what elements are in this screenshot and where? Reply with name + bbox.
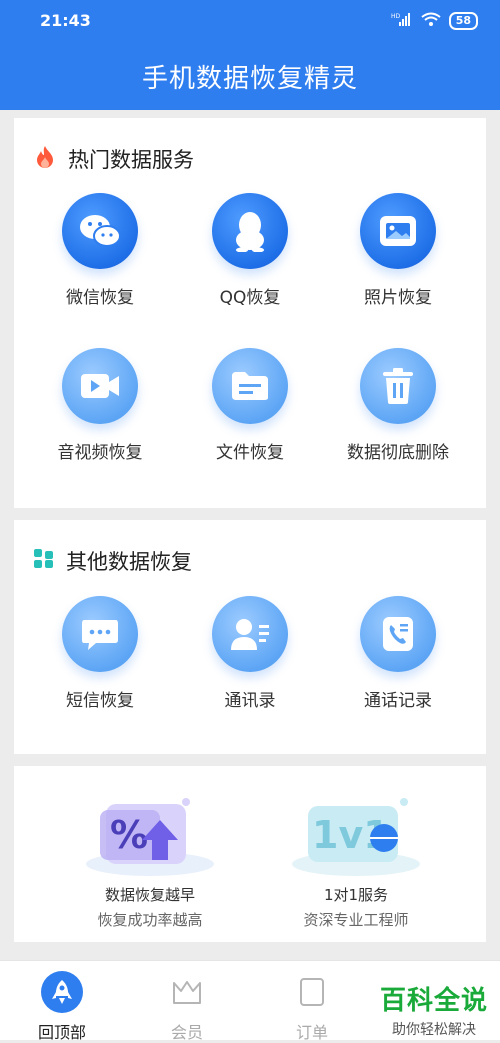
tile-file-recovery[interactable]: 文件恢复 xyxy=(175,348,325,463)
watermark-logo: 百科全说 助你轻松解决 xyxy=(380,980,488,1039)
crown-icon xyxy=(142,971,232,1013)
fire-icon xyxy=(34,145,56,174)
tile-label: 数据彻底删除 xyxy=(347,443,449,463)
tile-av-recovery[interactable]: 音视频恢复 xyxy=(25,348,175,463)
tile-qq-recovery[interactable]: QQ恢复 xyxy=(175,193,325,308)
watermark-title: 百科全说 xyxy=(379,986,488,1016)
promo-card: % 数据恢复越早 恢复成功率越高 1v1 1对1服务 资深专业工程师 xyxy=(14,766,486,942)
nav-orders[interactable]: 订单 xyxy=(267,971,357,1043)
status-bar: 21:43 HD 58 xyxy=(0,0,500,40)
tile-label: 音视频恢复 xyxy=(57,443,143,463)
hot-section-title: 热门数据服务 xyxy=(68,148,194,172)
nav-label: 回顶部 xyxy=(37,1023,86,1042)
status-time: 21:43 xyxy=(40,11,91,30)
rocket-icon xyxy=(41,971,83,1013)
wifi-icon xyxy=(421,11,441,30)
other-recovery-card: 其他数据恢复 短信恢复 通讯录 通话记录 xyxy=(14,520,486,754)
page-title: 手机数据恢复精灵 xyxy=(141,64,358,94)
svg-text:%: % xyxy=(110,813,148,857)
tile-sms-recovery[interactable]: 短信恢复 xyxy=(25,596,175,711)
promo-one-on-one: 1v1 1对1服务 资深专业工程师 xyxy=(256,794,456,930)
tile-label: 通话记录 xyxy=(364,691,432,711)
promo-subtitle: 资深专业工程师 xyxy=(303,911,409,929)
call-log-icon xyxy=(360,596,436,672)
nav-membership[interactable]: 会员 xyxy=(142,971,232,1043)
tile-call-log[interactable]: 通话记录 xyxy=(323,596,473,711)
trash-icon xyxy=(360,348,436,424)
hot-services-card: 热门数据服务 微信恢复 QQ恢复 照片恢复 音视频恢复 文件恢复 数据彻底删除 xyxy=(14,118,486,508)
app-header: 手机数据恢复精灵 xyxy=(0,40,500,110)
tile-label: 短信恢复 xyxy=(66,691,134,711)
photo-icon xyxy=(360,193,436,269)
signal-icon: HD xyxy=(391,11,413,30)
tile-label: 照片恢复 xyxy=(364,288,432,308)
order-icon xyxy=(267,971,357,1013)
tile-label: 通讯录 xyxy=(224,691,276,711)
sms-icon xyxy=(62,596,138,672)
nav-label: 订单 xyxy=(295,1023,328,1042)
svg-text:HD: HD xyxy=(391,13,401,20)
percent-arrow-icon: % xyxy=(80,794,220,878)
status-icons: HD 58 xyxy=(391,11,478,30)
one-v-one-icon: 1v1 xyxy=(286,794,426,878)
watermark-subtitle: 助你轻松解决 xyxy=(391,1022,476,1038)
nav-label: 会员 xyxy=(170,1023,203,1042)
promo-title: 数据恢复越早 xyxy=(104,886,195,904)
qq-penguin-icon xyxy=(212,193,288,269)
promo-title: 1对1服务 xyxy=(323,886,389,904)
nav-back-to-top[interactable]: 回顶部 xyxy=(17,971,107,1043)
wechat-icon xyxy=(62,193,138,269)
tile-wechat-recovery[interactable]: 微信恢复 xyxy=(25,193,175,308)
battery-indicator: 58 xyxy=(448,11,478,30)
tile-label: QQ恢复 xyxy=(219,288,281,308)
tile-label: 文件恢复 xyxy=(216,443,284,463)
hot-section-header: 热门数据服务 xyxy=(34,144,194,174)
video-icon xyxy=(62,348,138,424)
other-section-header: 其他数据恢复 xyxy=(34,546,192,576)
promo-early-recovery: % 数据恢复越早 恢复成功率越高 xyxy=(50,794,250,930)
tile-photo-recovery[interactable]: 照片恢复 xyxy=(323,193,473,308)
contacts-icon xyxy=(212,596,288,672)
file-icon xyxy=(212,348,288,424)
promo-subtitle: 恢复成功率越高 xyxy=(97,911,203,929)
other-section-title: 其他数据恢复 xyxy=(66,550,192,574)
tile-data-wipe[interactable]: 数据彻底删除 xyxy=(323,348,473,463)
tile-contacts[interactable]: 通讯录 xyxy=(175,596,325,711)
grid-icon xyxy=(34,548,54,574)
tile-label: 微信恢复 xyxy=(66,288,134,308)
